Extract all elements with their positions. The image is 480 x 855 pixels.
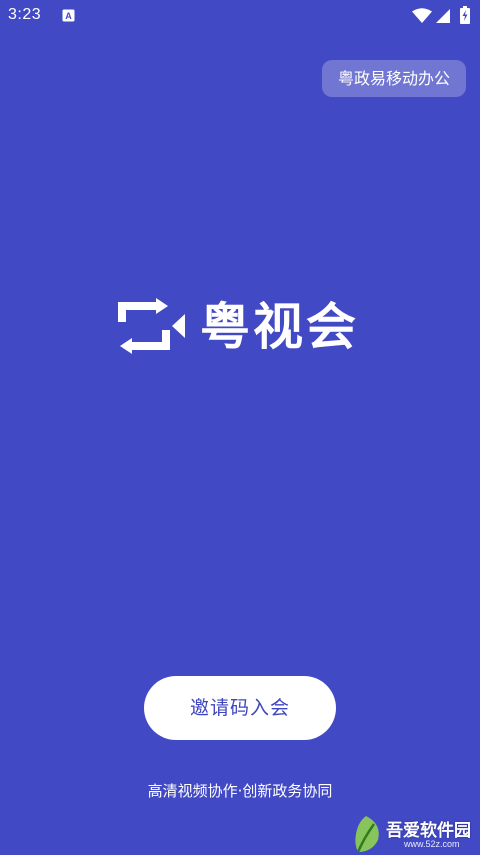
slogan-text: 高清视频协作·创新政务协同 (147, 782, 333, 800)
wifi-icon (412, 8, 432, 23)
watermark: 吾爱软件园 www.52z.com (348, 812, 478, 854)
cell-signal-icon (436, 9, 450, 23)
join-by-invite-code-button[interactable]: 邀请码入会 (144, 676, 336, 740)
status-time: 3:23 (8, 6, 42, 23)
watermark-url: www.52z.com (404, 839, 460, 849)
app-logo-title: 粤视会 (200, 298, 359, 356)
video-sync-logo-icon (118, 298, 185, 354)
svg-text:A: A (65, 11, 72, 21)
watermark-name: 吾爱软件园 (386, 821, 471, 841)
green-leaf-icon (355, 816, 379, 853)
switch-to-yzy-button[interactable]: 粤政易移动办公 (322, 60, 466, 97)
splash-screen: 3:23 A 粤政易移动办公 粤视会 邀请码入会 高清视频协作·创新政务协同 吾… (0, 0, 480, 855)
battery-charging-icon (460, 6, 470, 24)
status-bar: 3:23 A (0, 0, 480, 32)
app-notification-icon: A (62, 9, 75, 22)
